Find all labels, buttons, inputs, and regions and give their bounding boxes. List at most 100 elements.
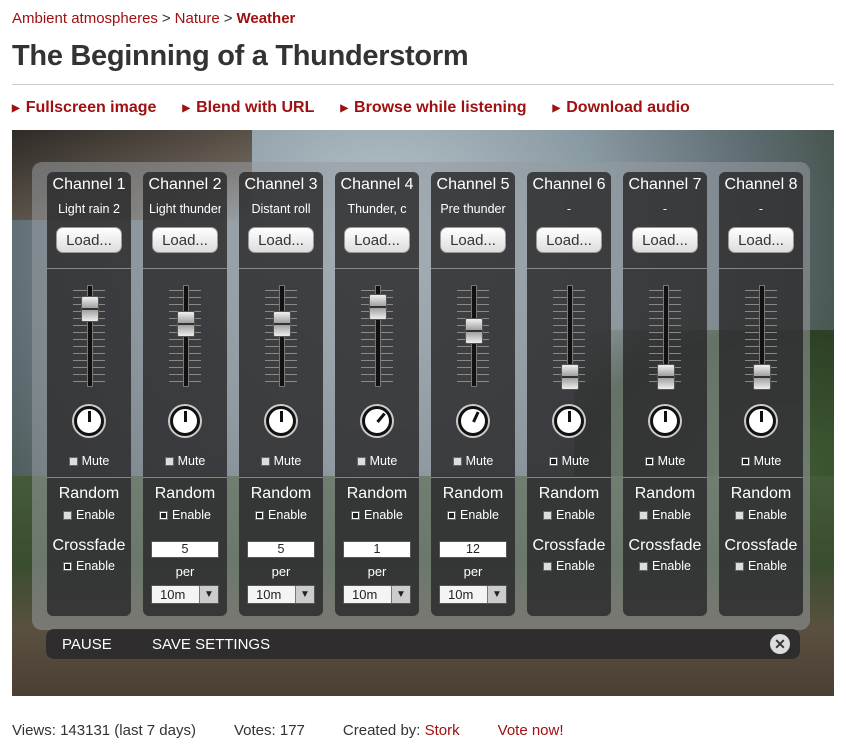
mute-toggle[interactable]: Mute (239, 454, 323, 468)
author-link[interactable]: Stork (425, 722, 460, 739)
random-enable-toggle[interactable]: Enable (527, 508, 611, 522)
crossfade-enable-checkbox[interactable] (639, 561, 649, 571)
random-enable-toggle[interactable]: Enable (47, 508, 131, 522)
random-enable-checkbox[interactable] (639, 510, 649, 520)
enable-label: Enable (652, 559, 691, 573)
random-label: Random (730, 485, 792, 502)
mute-checkbox[interactable] (164, 456, 174, 466)
interval-select[interactable]: 10m ▼ (247, 585, 315, 604)
action-label: Blend with URL (196, 99, 315, 116)
breadcrumb-link-nature[interactable]: Nature (175, 10, 220, 27)
random-enable-toggle[interactable]: Enable (719, 508, 803, 522)
enable-label: Enable (364, 508, 403, 522)
mute-toggle[interactable]: Mute (527, 454, 611, 468)
mute-toggle[interactable]: Mute (623, 454, 707, 468)
random-enable-toggle[interactable]: Enable (143, 508, 227, 522)
mute-checkbox[interactable] (452, 456, 462, 466)
divider (239, 477, 323, 478)
balance-knob[interactable] (266, 406, 296, 436)
mute-checkbox[interactable] (740, 456, 750, 466)
interval-select[interactable]: 10m ▼ (343, 585, 411, 604)
mute-toggle[interactable]: Mute (143, 454, 227, 468)
channel-name: Channel 3 (244, 176, 318, 193)
random-enable-toggle[interactable]: Enable (335, 508, 419, 522)
load-button[interactable]: Load... (632, 227, 698, 253)
balance-knob[interactable] (170, 406, 200, 436)
volume-fader-handle[interactable] (465, 318, 483, 345)
volume-fader-handle[interactable] (177, 311, 195, 338)
fullscreen-image-link[interactable]: ▶ Fullscreen image (12, 99, 156, 117)
divider (527, 477, 611, 478)
random-label: Random (58, 485, 120, 502)
crossfade-enable-toggle[interactable]: Enable (527, 559, 611, 573)
download-audio-link[interactable]: ▶ Download audio (553, 99, 690, 117)
load-button[interactable]: Load... (56, 227, 122, 253)
browse-while-listening-link[interactable]: ▶ Browse while listening (340, 99, 526, 117)
random-count-input[interactable]: 1 (343, 541, 411, 558)
volume-fader-handle[interactable] (273, 311, 291, 338)
crossfade-enable-toggle[interactable]: Enable (719, 559, 803, 573)
balance-knob[interactable] (746, 406, 776, 436)
crossfade-enable-checkbox[interactable] (543, 561, 553, 571)
random-enable-toggle[interactable]: Enable (623, 508, 707, 522)
vote-now-link[interactable]: Vote now! (498, 722, 564, 739)
crossfade-enable-toggle[interactable]: Enable (47, 559, 131, 573)
random-enable-toggle[interactable]: Enable (239, 508, 323, 522)
mute-checkbox[interactable] (356, 456, 366, 466)
balance-knob[interactable] (650, 406, 680, 436)
save-settings-button[interactable]: SAVE SETTINGS (152, 636, 270, 653)
volume-fader-handle[interactable] (561, 364, 579, 391)
volume-fader-handle[interactable] (81, 295, 99, 322)
mute-label: Mute (369, 454, 398, 468)
random-enable-checkbox[interactable] (543, 510, 553, 520)
random-count-input[interactable]: 5 (151, 541, 219, 558)
enable-label: Enable (748, 559, 787, 573)
mute-checkbox[interactable] (68, 456, 78, 466)
knob-indicator (376, 412, 386, 423)
mute-toggle[interactable]: Mute (431, 454, 515, 468)
random-enable-checkbox[interactable] (63, 510, 73, 520)
interval-select[interactable]: 10m ▼ (151, 585, 219, 604)
channel-name: Channel 6 (532, 176, 606, 193)
balance-knob[interactable] (74, 406, 104, 436)
breadcrumb-current[interactable]: Weather (236, 10, 295, 27)
volume-fader-handle[interactable] (753, 364, 771, 391)
mute-checkbox[interactable] (548, 456, 558, 466)
mute-label: Mute (273, 454, 302, 468)
load-button[interactable]: Load... (152, 227, 218, 253)
load-button[interactable]: Load... (344, 227, 410, 253)
crossfade-enable-toggle[interactable]: Enable (623, 559, 707, 573)
close-icon[interactable]: ✕ (770, 634, 790, 654)
random-enable-toggle[interactable]: Enable (431, 508, 515, 522)
knob-indicator (568, 411, 571, 422)
random-enable-checkbox[interactable] (159, 510, 169, 520)
crossfade-enable-checkbox[interactable] (63, 561, 73, 571)
random-enable-checkbox[interactable] (447, 510, 457, 520)
balance-knob[interactable] (362, 406, 392, 436)
channel-strip-8: Channel 8 - Load... Mute Random Enable Crossfa… (719, 172, 803, 616)
mute-toggle[interactable]: Mute (719, 454, 803, 468)
breadcrumb-link-ambient[interactable]: Ambient atmospheres (12, 10, 158, 27)
mute-checkbox[interactable] (260, 456, 270, 466)
random-enable-checkbox[interactable] (351, 510, 361, 520)
interval-select[interactable]: 10m ▼ (439, 585, 507, 604)
balance-knob[interactable] (458, 406, 488, 436)
load-button[interactable]: Load... (440, 227, 506, 253)
volume-fader-handle[interactable] (369, 293, 387, 320)
random-count-input[interactable]: 12 (439, 541, 507, 558)
random-enable-checkbox[interactable] (735, 510, 745, 520)
random-count-input[interactable]: 5 (247, 541, 315, 558)
volume-fader-handle[interactable] (657, 364, 675, 391)
load-button[interactable]: Load... (536, 227, 602, 253)
random-enable-checkbox[interactable] (255, 510, 265, 520)
crossfade-enable-checkbox[interactable] (735, 561, 745, 571)
load-button[interactable]: Load... (248, 227, 314, 253)
balance-knob[interactable] (554, 406, 584, 436)
mute-toggle[interactable]: Mute (335, 454, 419, 468)
mute-checkbox[interactable] (644, 456, 654, 466)
pause-button[interactable]: PAUSE (62, 636, 112, 653)
mute-toggle[interactable]: Mute (47, 454, 131, 468)
blend-with-url-link[interactable]: ▶ Blend with URL (182, 99, 314, 117)
load-button[interactable]: Load... (728, 227, 794, 253)
divider (143, 268, 227, 269)
